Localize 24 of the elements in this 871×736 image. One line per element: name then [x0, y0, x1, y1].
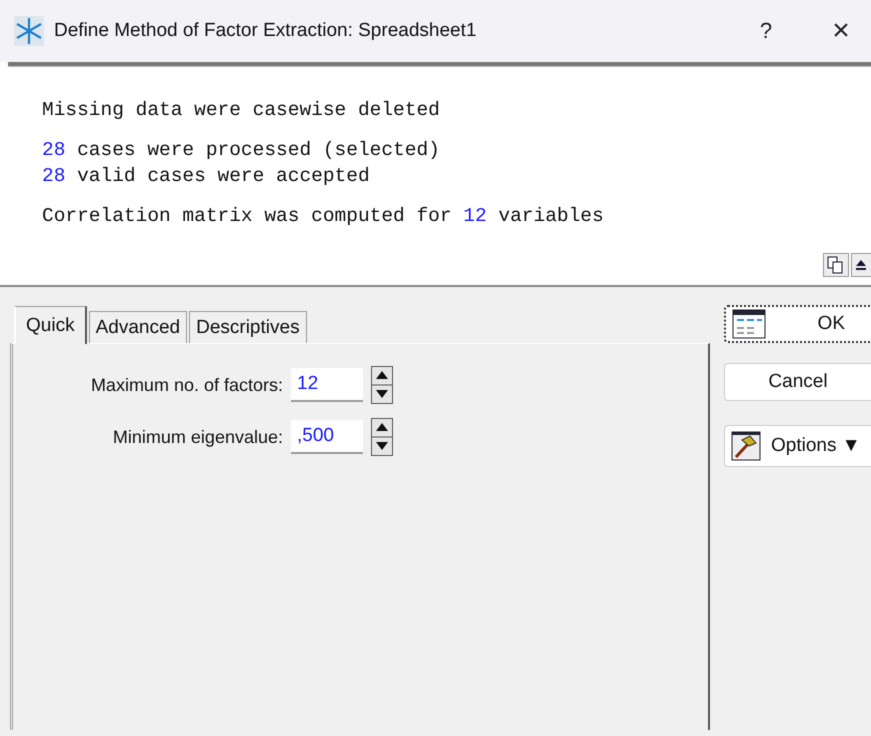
spin-buttons[interactable]	[371, 366, 393, 404]
hammer-icon	[731, 431, 761, 461]
output-line: Correlation matrix was computed for 12 variables	[42, 204, 604, 229]
output-line: 28 valid cases were accepted	[42, 164, 370, 189]
ok-button[interactable]: OK	[724, 305, 871, 343]
arrow-icon[interactable]	[851, 253, 871, 277]
tab[interactable]: Advanced	[88, 311, 188, 343]
tab[interactable]: Descriptives	[189, 311, 307, 343]
output-line: 28 cases were processed (selected)	[42, 138, 440, 163]
snowflake-icon	[14, 16, 44, 46]
table-icon	[732, 309, 766, 339]
input-field[interactable]: ,500	[291, 420, 363, 454]
field-label: Minimum eigenvalue:	[112, 426, 283, 448]
output-line: Missing data were casewise deleted	[42, 98, 440, 123]
field-label: Maximum no. of factors:	[90, 374, 283, 396]
input-field[interactable]: 12	[291, 368, 363, 402]
window-title: Define Method of Factor Extraction: Spreadsheet1	[54, 20, 476, 42]
options-button[interactable]: Options ▼	[724, 425, 871, 467]
cancel-button[interactable]: Cancel	[724, 363, 871, 401]
tab[interactable]: Quick	[14, 306, 87, 344]
help-button[interactable]: ?	[731, 18, 801, 44]
close-button[interactable]: ×	[811, 14, 871, 48]
spin-buttons[interactable]	[371, 418, 393, 456]
copy-icon[interactable]	[823, 253, 849, 277]
